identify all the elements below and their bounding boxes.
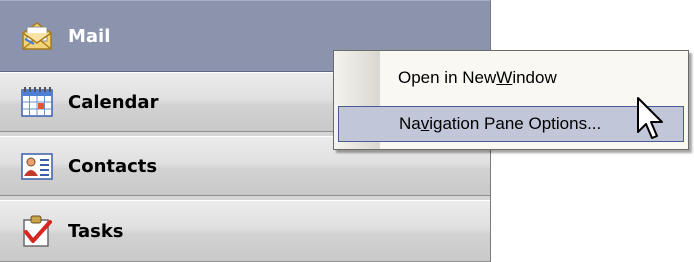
calendar-icon [20, 85, 54, 119]
nav-button-contacts-label: Contacts [68, 155, 158, 177]
menu-item-navigation-pane-options-mnemonic: v [420, 114, 430, 133]
nav-button-mail-label: Mail [68, 25, 111, 47]
menu-item-open-in-new-window[interactable]: Open in New Window [338, 60, 684, 96]
menu-item-navigation-pane-options-text-after: igation Pane Options... [429, 114, 602, 133]
nav-button-calendar-label: Calendar [68, 91, 159, 113]
screenshot-stage: Mail Calendar Contacts Tasks Open in New… [0, 0, 694, 262]
menu-item-navigation-pane-options[interactable]: Na v igation Pane Options... [338, 106, 684, 142]
menu-item-open-in-new-window-text-before: Open in New [398, 68, 497, 87]
menu-item-open-in-new-window-text-after: indow [512, 68, 557, 87]
nav-button-tasks[interactable]: Tasks [0, 200, 490, 262]
menu-item-open-in-new-window-mnemonic: W [496, 68, 513, 87]
nav-button-tasks-label: Tasks [68, 220, 124, 242]
arrow-pointer-icon [637, 97, 663, 139]
mail-envelope-icon [20, 19, 54, 53]
contacts-card-icon [20, 149, 54, 183]
menu-item-navigation-pane-options-text-before: Na [399, 114, 421, 133]
tasks-checkmark-icon [20, 214, 54, 248]
